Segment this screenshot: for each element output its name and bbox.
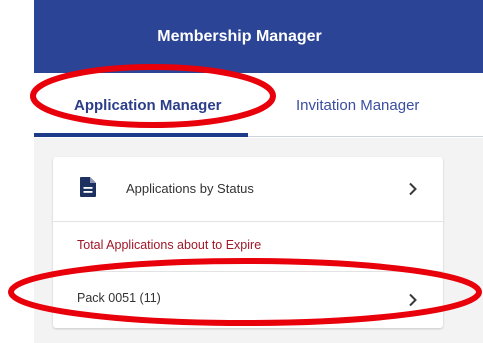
tab-invitation-manager[interactable]: Invitation Manager xyxy=(296,73,419,138)
chevron-right-icon xyxy=(409,182,417,196)
pack-label: Pack 0051 (11) xyxy=(77,291,161,305)
applications-by-status-row[interactable]: Applications by Status xyxy=(53,157,443,221)
expire-section-label: Total Applications about to Expire xyxy=(77,238,262,252)
applications-card: Applications by Status Total Application… xyxy=(53,157,443,328)
tab-bar: Application Manager Invitation Manager xyxy=(34,73,483,138)
divider xyxy=(53,221,443,222)
app-header: Membership Manager xyxy=(34,0,483,73)
pack-row[interactable]: Pack 0051 (11) xyxy=(53,272,443,328)
header-title: Membership Manager xyxy=(157,27,322,45)
content-area: Applications by Status Total Application… xyxy=(34,138,483,343)
applications-by-status-label: Applications by Status xyxy=(126,181,254,196)
chevron-right-icon xyxy=(409,293,417,307)
tab-application-manager[interactable]: Application Manager xyxy=(74,73,222,138)
active-tab-indicator xyxy=(34,133,248,137)
tab-divider xyxy=(248,136,483,137)
document-icon xyxy=(80,177,96,197)
